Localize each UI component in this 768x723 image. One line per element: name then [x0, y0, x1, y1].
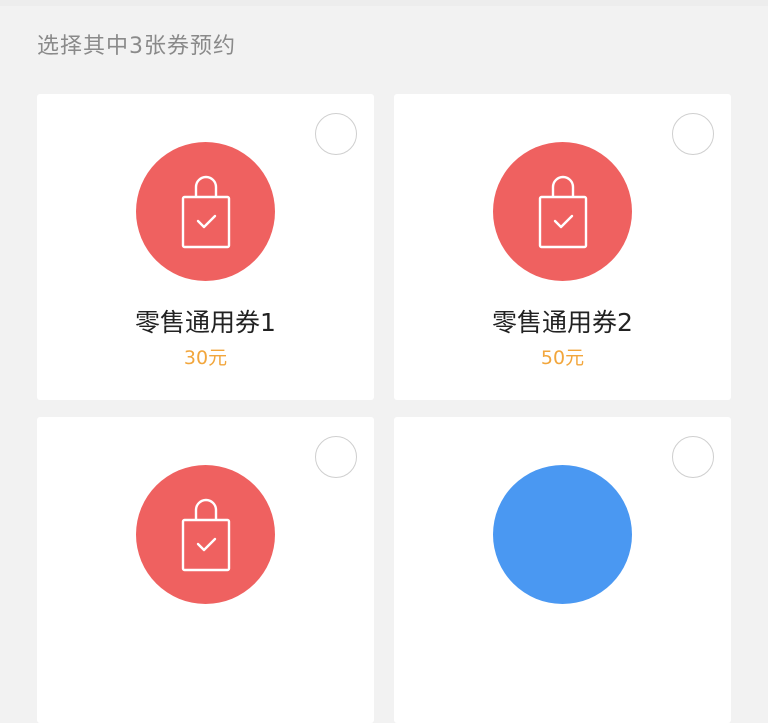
coupon-card[interactable] — [394, 417, 731, 723]
coupon-price: 50元 — [540, 347, 585, 369]
coupon-badge — [136, 142, 275, 281]
shopping-bag-check-icon — [181, 175, 230, 248]
coupon-badge — [493, 142, 632, 281]
shopping-bag-check-icon — [181, 498, 230, 571]
top-strip — [0, 0, 768, 6]
select-radio[interactable] — [672, 436, 714, 478]
shopping-bag-check-icon — [538, 175, 587, 248]
select-radio[interactable] — [315, 436, 357, 478]
coupon-card[interactable]: 零售通用券2 50元 — [394, 94, 731, 400]
coupon-price: 30元 — [183, 347, 228, 369]
coupon-badge — [136, 465, 275, 604]
instruction-text: 选择其中3张券预约 — [37, 34, 236, 59]
select-radio[interactable] — [672, 113, 714, 155]
coupon-badge — [493, 465, 632, 604]
select-radio[interactable] — [315, 113, 357, 155]
coupon-title: 零售通用券1 — [135, 308, 276, 337]
coupon-card[interactable]: 零售通用券1 30元 — [37, 94, 374, 400]
coupon-title: 零售通用券2 — [492, 308, 633, 337]
coupon-card[interactable] — [37, 417, 374, 723]
